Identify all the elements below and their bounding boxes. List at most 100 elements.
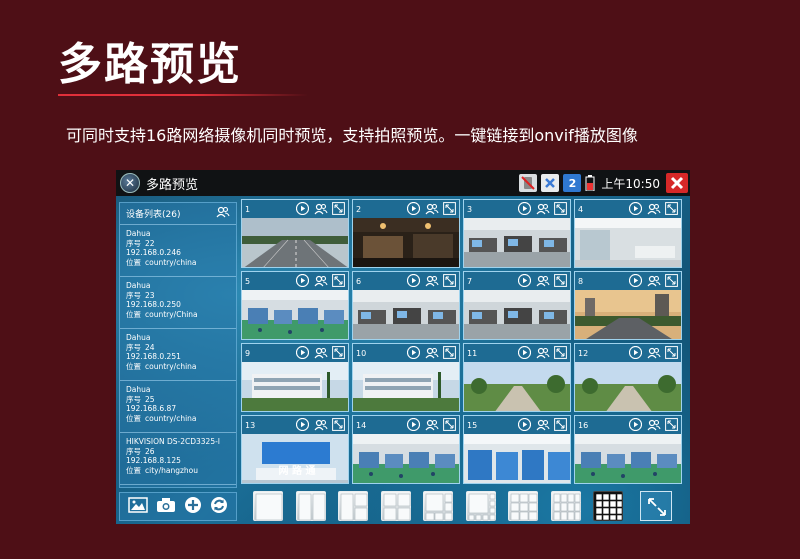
camera-cell[interactable]: 15 <box>463 415 571 484</box>
people-icon[interactable] <box>646 201 661 216</box>
fullscreen-icon[interactable] <box>442 417 457 432</box>
camera-cell[interactable]: 16 <box>574 415 682 484</box>
fullscreen-icon[interactable] <box>442 345 457 360</box>
people-icon[interactable] <box>216 206 230 221</box>
layout-2-button[interactable] <box>295 491 326 521</box>
expand-view-button[interactable] <box>640 491 672 521</box>
image-icon[interactable] <box>128 496 148 517</box>
add-icon[interactable] <box>184 496 202 518</box>
camera-cell[interactable]: 7 <box>463 271 571 340</box>
layout-3-button[interactable] <box>338 491 368 521</box>
fullscreen-icon[interactable] <box>553 273 568 288</box>
fullscreen-icon[interactable] <box>442 273 457 288</box>
device-list-item[interactable]: Dahua 序号 25 192.168.6.87 位置 country/china <box>120 381 236 433</box>
people-icon[interactable] <box>646 273 661 288</box>
fullscreen-icon[interactable] <box>664 201 679 216</box>
device-list-item[interactable]: Dahua 序号 24 192.168.0.251 位置 country/china <box>120 329 236 381</box>
camera-feed[interactable] <box>242 290 348 339</box>
people-icon[interactable] <box>424 201 439 216</box>
fullscreen-icon[interactable] <box>553 345 568 360</box>
refresh-icon[interactable] <box>210 496 228 518</box>
close-button-icon[interactable] <box>666 173 688 193</box>
camera-cell[interactable]: 6 <box>352 271 460 340</box>
fullscreen-icon[interactable] <box>664 417 679 432</box>
play-icon[interactable] <box>517 417 532 432</box>
camera-feed[interactable] <box>353 362 459 411</box>
people-icon[interactable] <box>313 345 328 360</box>
layout-4-button[interactable] <box>380 491 411 521</box>
people-icon[interactable] <box>646 417 661 432</box>
app-tools-icon[interactable]: ✕ <box>120 173 140 193</box>
play-icon[interactable] <box>628 417 643 432</box>
device-list-item[interactable]: Dahua 序号 23 192.168.0.250 位置 country/China <box>120 277 236 329</box>
play-icon[interactable] <box>517 345 532 360</box>
people-icon[interactable] <box>646 345 661 360</box>
people-icon[interactable] <box>424 345 439 360</box>
camera-feed[interactable] <box>353 218 459 267</box>
camera-cell[interactable]: 1 <box>241 199 349 268</box>
fullscreen-icon[interactable] <box>331 201 346 216</box>
camera-feed[interactable] <box>464 218 570 267</box>
layout-16-button[interactable] <box>593 491 623 521</box>
device-list-item[interactable]: Dahua 序号 22 192.168.0.246 位置 country/china <box>120 225 236 277</box>
fullscreen-icon[interactable] <box>664 345 679 360</box>
play-icon[interactable] <box>406 201 421 216</box>
camera-feed[interactable] <box>575 434 681 483</box>
camera-feed[interactable] <box>353 290 459 339</box>
camera-feed[interactable] <box>464 290 570 339</box>
play-icon[interactable] <box>628 201 643 216</box>
play-icon[interactable] <box>295 201 310 216</box>
play-icon[interactable] <box>517 201 532 216</box>
layout-8-button[interactable] <box>465 491 496 521</box>
camera-feed[interactable] <box>242 218 348 267</box>
people-icon[interactable] <box>313 417 328 432</box>
fullscreen-icon[interactable] <box>331 273 346 288</box>
camera-cell[interactable]: 14 <box>352 415 460 484</box>
camera-cell[interactable]: 9 <box>241 343 349 412</box>
fullscreen-icon[interactable] <box>553 417 568 432</box>
camera-cell[interactable]: 10 <box>352 343 460 412</box>
people-icon[interactable] <box>313 201 328 216</box>
camera-cell[interactable]: 5 <box>241 271 349 340</box>
camera-cell[interactable]: 2 <box>352 199 460 268</box>
layout-6-button[interactable] <box>423 491 453 521</box>
play-icon[interactable] <box>295 345 310 360</box>
play-icon[interactable] <box>406 417 421 432</box>
camera-cell[interactable]: 12 <box>574 343 682 412</box>
camera-feed[interactable] <box>464 434 570 483</box>
camera-feed[interactable] <box>464 362 570 411</box>
fullscreen-icon[interactable] <box>442 201 457 216</box>
people-icon[interactable] <box>535 201 550 216</box>
camera-icon[interactable] <box>156 497 176 517</box>
layout-12-button[interactable] <box>550 491 581 521</box>
camera-feed[interactable] <box>575 290 681 339</box>
camera-cell[interactable]: 4 <box>574 199 682 268</box>
people-icon[interactable] <box>535 345 550 360</box>
device-list-item[interactable]: HIKVISION DS-2CD3325-I 序号 26 192.168.8.12… <box>120 433 236 485</box>
camera-feed[interactable] <box>353 434 459 483</box>
play-icon[interactable] <box>295 273 310 288</box>
people-icon[interactable] <box>313 273 328 288</box>
camera-cell[interactable]: 13 网 路 通 <box>241 415 349 484</box>
play-icon[interactable] <box>406 273 421 288</box>
fullscreen-icon[interactable] <box>331 345 346 360</box>
fullscreen-icon[interactable] <box>664 273 679 288</box>
play-icon[interactable] <box>406 345 421 360</box>
camera-feed[interactable] <box>242 362 348 411</box>
people-icon[interactable] <box>424 273 439 288</box>
play-icon[interactable] <box>628 345 643 360</box>
camera-feed[interactable]: 网 路 通 <box>242 434 348 483</box>
play-icon[interactable] <box>295 417 310 432</box>
camera-cell[interactable]: 11 <box>463 343 571 412</box>
play-icon[interactable] <box>628 273 643 288</box>
layout-9-button[interactable] <box>508 491 538 521</box>
fullscreen-icon[interactable] <box>331 417 346 432</box>
people-icon[interactable] <box>535 417 550 432</box>
fullscreen-icon[interactable] <box>553 201 568 216</box>
people-icon[interactable] <box>424 417 439 432</box>
camera-feed[interactable] <box>575 218 681 267</box>
people-icon[interactable] <box>535 273 550 288</box>
layout-1-button[interactable] <box>253 491 283 521</box>
camera-feed[interactable] <box>575 362 681 411</box>
play-icon[interactable] <box>517 273 532 288</box>
